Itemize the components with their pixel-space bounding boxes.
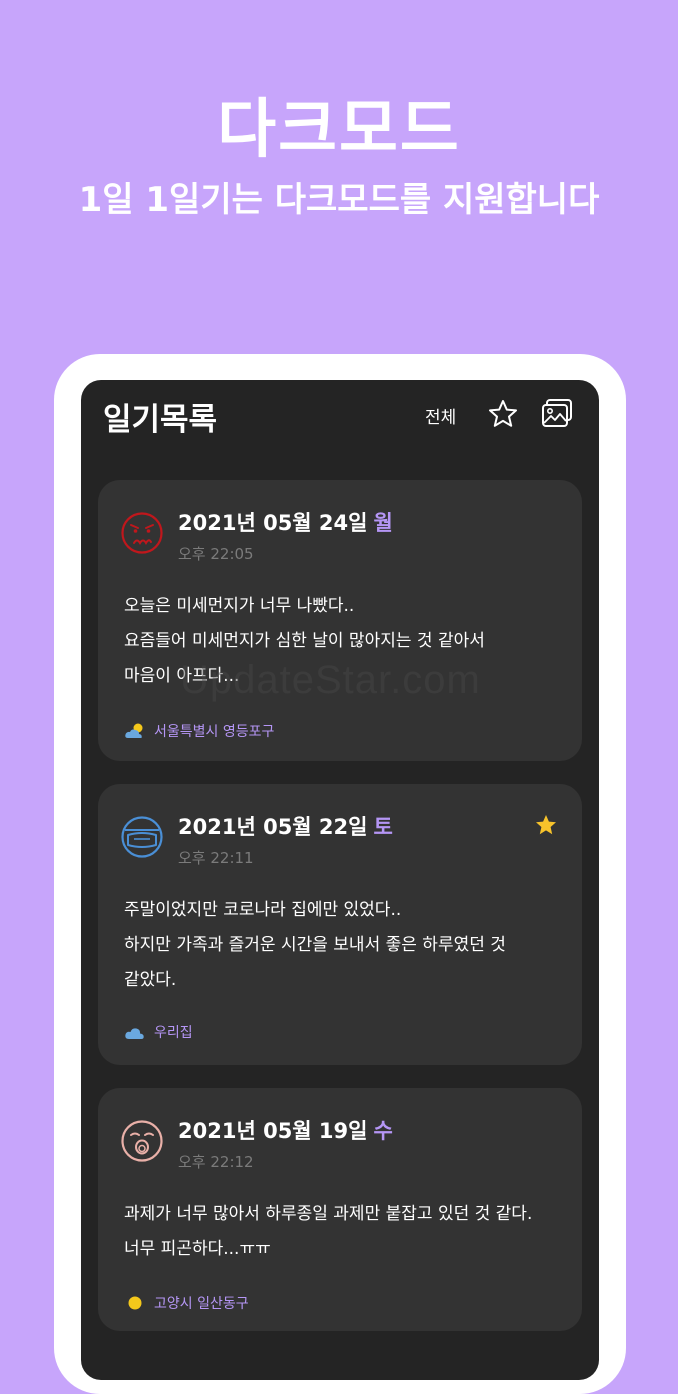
entry-location: 고양시 일산동구	[124, 1293, 249, 1313]
diary-entry-card[interactable]: 2021년 05월 24일 월 오후 22:05 오늘은 미세먼지가 너무 나빴다…	[98, 480, 582, 761]
surprised-face-icon	[121, 1120, 163, 1162]
entry-body: 오늘은 미세먼지가 너무 나빴다.. 요즘들어 미세먼지가 심한 날이 많아지는…	[124, 589, 564, 694]
filter-all-button[interactable]: 전체	[425, 403, 456, 428]
entry-location-text: 서울특별시 영등포구	[154, 724, 275, 740]
entry-time: 오후 22:05	[178, 545, 254, 563]
partly-cloudy-icon	[125, 723, 143, 738]
entry-location: 우리집	[124, 1022, 193, 1042]
entry-body: 주말이었지만 코로나라 집에만 있었다.. 하지만 가족과 즐거운 시간을 보내…	[124, 893, 564, 998]
entry-body-line: 오늘은 미세먼지가 너무 나빴다..	[124, 596, 355, 616]
entry-body-line: 요즘들어 미세먼지가 심한 날이 많아지는 것 같아서	[124, 631, 485, 651]
entry-weekday: 수	[373, 1119, 393, 1143]
entry-weekday: 토	[373, 815, 393, 839]
entry-weekday: 월	[373, 511, 393, 535]
entry-date: 2021년 05월 22일 토	[178, 811, 393, 841]
angry-face-icon	[121, 512, 163, 554]
app-bar: 일기목록 전체	[81, 380, 599, 450]
entry-date-text: 2021년 05월 24일	[178, 511, 368, 535]
app-screen: 일기목록 전체 2021년 05월 24일 월 오후 22:05 오늘은 미세먼지…	[81, 380, 599, 1380]
entry-date-text: 2021년 05월 22일	[178, 815, 368, 839]
entry-body-line: 주말이었지만 코로나라 집에만 있었다..	[124, 900, 402, 920]
promo-title: 다크모드	[217, 93, 461, 167]
entry-date: 2021년 05월 24일 월	[178, 507, 393, 537]
gallery-icon[interactable]	[540, 396, 574, 430]
entry-date-text: 2021년 05월 19일	[178, 1119, 368, 1143]
entry-body-line: 같았다.	[124, 970, 177, 990]
diary-entry-card[interactable]: 2021년 05월 22일 토 오후 22:11 주말이었지만 코로나라 집에만 …	[98, 784, 582, 1065]
cloud-icon	[125, 1028, 144, 1039]
entry-time: 오후 22:11	[178, 849, 254, 867]
diary-entry-card[interactable]: 2021년 05월 19일 수 오후 22:12 과제가 너무 많아서 하루종일 …	[98, 1088, 582, 1331]
sun-icon	[128, 1296, 142, 1310]
entry-location-text: 고양시 일산동구	[154, 1296, 249, 1312]
entry-location-text: 우리집	[154, 1025, 193, 1041]
entry-body-line: 과제가 너무 많아서 하루종일 과제만 붙잡고 있던 것 같다.	[124, 1204, 533, 1224]
page-title: 일기목록	[103, 402, 218, 438]
promo-subtitle: 1일 1일기는 다크모드를 지원합니다	[78, 180, 600, 220]
entry-body-line: 너무 피곤하다...ㅠㅠ	[124, 1239, 271, 1259]
entry-time: 오후 22:12	[178, 1153, 254, 1171]
entry-date: 2021년 05월 19일 수	[178, 1115, 393, 1145]
entry-location: 서울특별시 영등포구	[124, 721, 274, 741]
star-outline-icon[interactable]	[487, 398, 519, 430]
favorite-star-icon[interactable]	[534, 813, 558, 837]
entry-body: 과제가 너무 많아서 하루종일 과제만 붙잡고 있던 것 같다. 너무 피곤하다…	[124, 1197, 564, 1267]
masked-face-icon	[121, 816, 163, 858]
entry-body-line: 마음이 아프다...	[124, 666, 240, 686]
entry-body-line: 하지만 가족과 즐거운 시간을 보내서 좋은 하루였던 것	[124, 935, 506, 955]
